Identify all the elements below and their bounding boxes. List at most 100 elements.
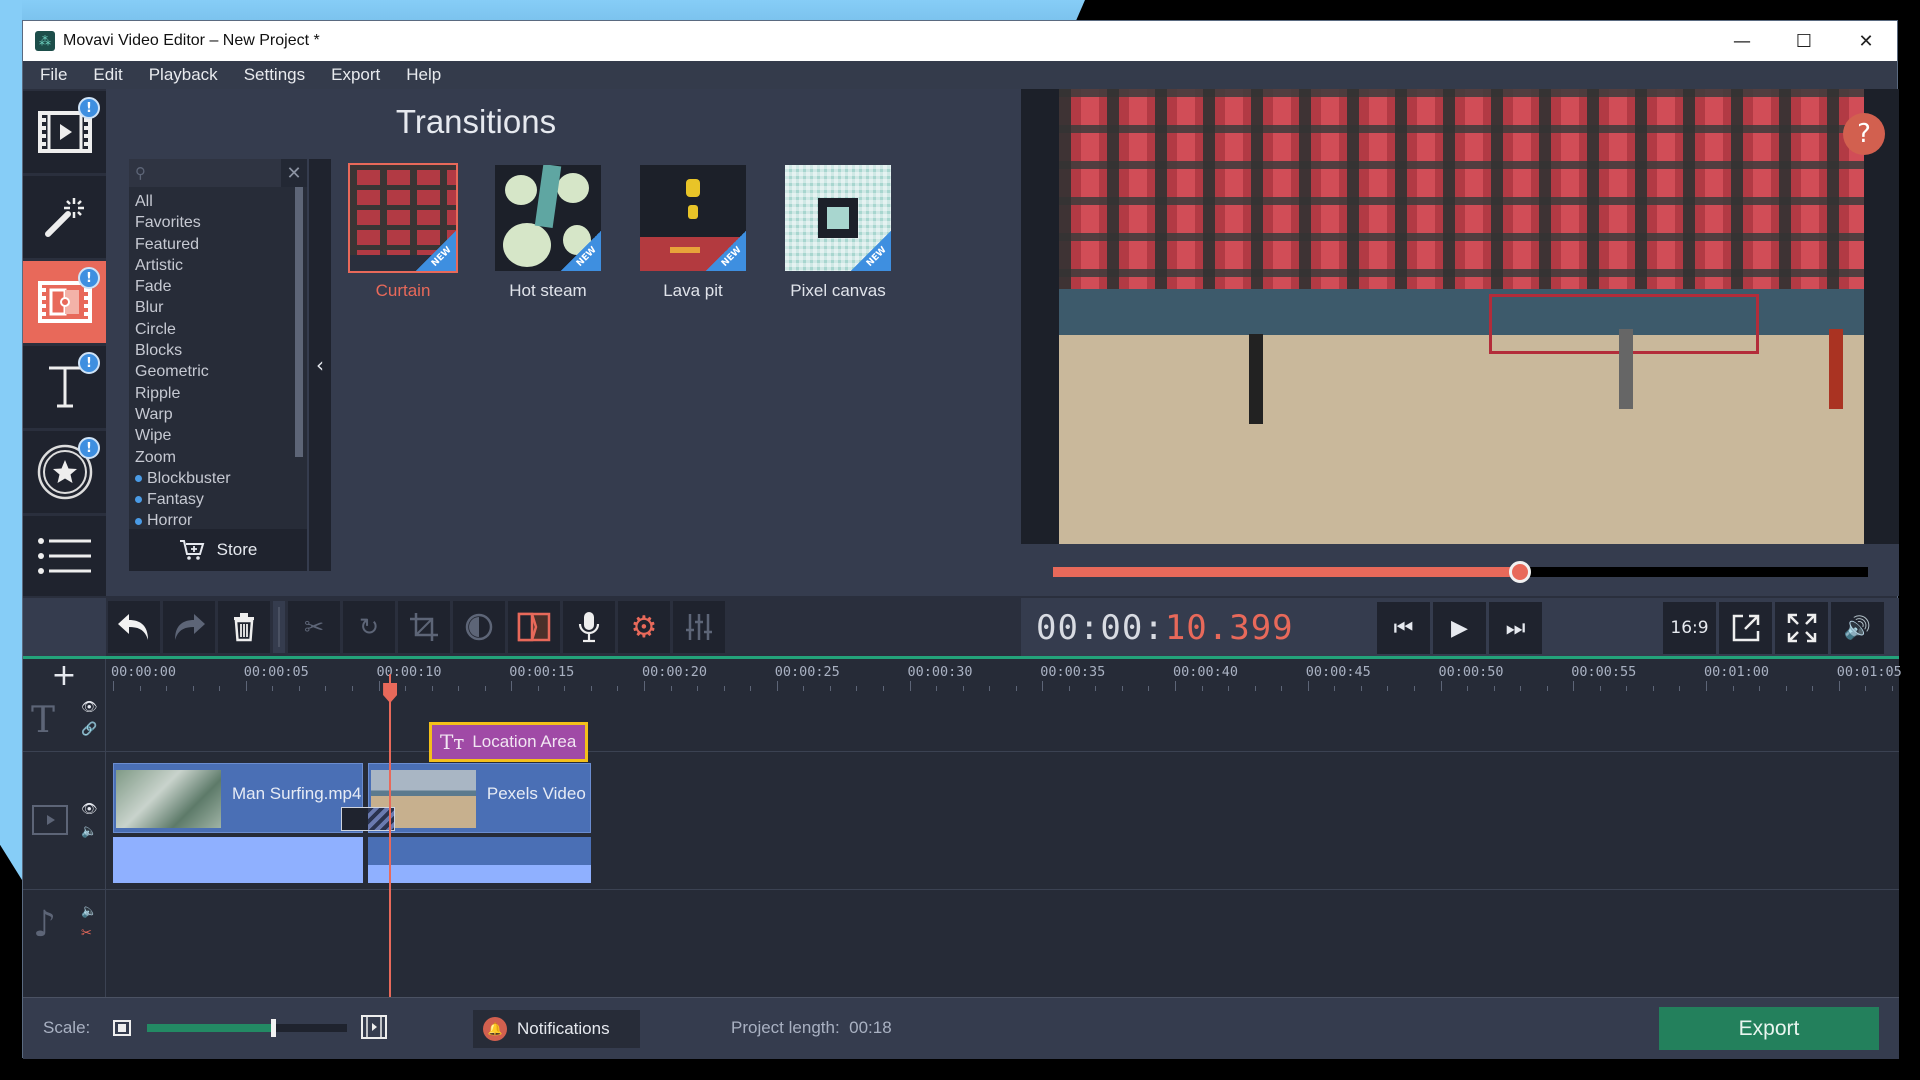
sidebar-item-titles[interactable]: !: [23, 346, 106, 428]
category-label: Fade: [135, 278, 172, 296]
video-clip[interactable]: Man Surfing.mp4: [113, 763, 363, 833]
clear-search-button[interactable]: ✕: [281, 159, 307, 187]
category-label: Blockbuster: [147, 469, 231, 487]
category-item[interactable]: Wipe: [135, 425, 295, 446]
eye-icon[interactable]: 👁: [81, 700, 98, 715]
ruler-tick: [192, 686, 194, 691]
skip-to-start-button[interactable]: ⏮: [1377, 602, 1430, 654]
transition-thumbnail: NEW: [348, 163, 458, 273]
menu-file[interactable]: File: [27, 65, 80, 85]
title-clip-icon: Tт: [439, 730, 465, 754]
playhead-line[interactable]: [389, 674, 392, 1016]
video-clip[interactable]: Pexels Video: [367, 763, 591, 833]
scale-slider[interactable]: [147, 1019, 347, 1037]
transition-tile-pixel-canvas[interactable]: NEW Pixel canvas: [783, 165, 893, 301]
transition-wizard-button[interactable]: [508, 601, 560, 653]
trash-icon: [234, 613, 254, 642]
category-item[interactable]: Blur: [135, 297, 295, 318]
ruler-tick: [1679, 686, 1681, 691]
close-button[interactable]: ✕: [1835, 21, 1897, 61]
ruler-tick: [1413, 686, 1415, 691]
category-item[interactable]: All: [135, 191, 295, 212]
maximize-button[interactable]: ☐: [1773, 21, 1835, 61]
zoom-out-film-icon[interactable]: [113, 1020, 131, 1036]
sidebar-item-stickers[interactable]: !: [23, 431, 106, 513]
category-item[interactable]: Fade: [135, 276, 295, 297]
category-item[interactable]: Favorites: [135, 212, 295, 233]
skip-to-end-button[interactable]: ⏭: [1489, 602, 1542, 654]
menu-settings[interactable]: Settings: [231, 65, 318, 85]
crop-button[interactable]: [398, 601, 450, 653]
collapse-panel-button[interactable]: ‹: [309, 159, 331, 571]
speaker-icon[interactable]: 🔈: [81, 904, 97, 919]
category-item[interactable]: Artistic: [135, 255, 295, 276]
category-item[interactable]: Blocks: [135, 340, 295, 361]
seek-bar[interactable]: [1053, 561, 1868, 583]
notifications-button[interactable]: 🔔 Notifications: [473, 1010, 640, 1048]
panel-title: Transitions: [395, 103, 557, 140]
category-item[interactable]: Circle: [135, 319, 295, 340]
transition-tile-hot-steam[interactable]: NEW Hot steam: [493, 165, 603, 301]
ruler-tick: [1201, 686, 1203, 691]
timeline-ruler[interactable]: + 00:00:00 00:00:05 00:00:10 00:00:15 00:00:…: [23, 658, 1902, 693]
transition-tile-curtain[interactable]: NEW Curtain: [348, 163, 458, 301]
cut-button[interactable]: ✂: [288, 601, 340, 653]
ruler-tick: [1732, 686, 1734, 691]
ruler-tick-label: 00:00:50: [1438, 664, 1504, 680]
transition-tile-lava-pit[interactable]: NEW Lava pit: [638, 165, 748, 301]
ruler-tick-label: 00:00:05: [243, 664, 309, 680]
category-item[interactable]: Warp: [135, 404, 295, 425]
sidebar-item-filters[interactable]: [23, 176, 106, 258]
video-player[interactable]: ?: [1021, 89, 1899, 544]
transition-label: Lava pit: [663, 281, 723, 300]
category-scrollbar[interactable]: [295, 187, 303, 457]
unlink-icon[interactable]: ✂: [81, 926, 92, 941]
category-item[interactable]: Zoom: [135, 447, 295, 468]
sidebar-item-more-tools[interactable]: [23, 516, 106, 596]
category-item[interactable]: Featured: [135, 234, 295, 255]
category-dot-icon: [135, 517, 142, 525]
video-track: Man Surfing.mp4 Pexels Video: [106, 752, 1899, 890]
menu-help[interactable]: Help: [393, 65, 454, 85]
sidebar-item-transitions[interactable]: !: [23, 261, 106, 343]
delete-button[interactable]: [218, 601, 270, 653]
speaker-icon[interactable]: 🔈: [81, 824, 97, 839]
clip-properties-button[interactable]: ⚙: [618, 601, 670, 653]
detach-preview-button[interactable]: [1719, 602, 1772, 654]
color-adjust-button[interactable]: [453, 601, 505, 653]
category-item[interactable]: Ripple: [135, 383, 295, 404]
undo-button[interactable]: [108, 601, 160, 653]
category-search-input[interactable]: ⚲ ✕: [129, 159, 307, 187]
menu-playback[interactable]: Playback: [136, 65, 231, 85]
ruler-tick: [644, 681, 645, 691]
fullscreen-icon: [1787, 613, 1816, 643]
redo-button[interactable]: [163, 601, 215, 653]
store-button[interactable]: Store: [129, 529, 307, 571]
minimize-button[interactable]: —: [1711, 21, 1773, 61]
scale-slider-handle[interactable]: [271, 1019, 276, 1037]
zoom-in-film-icon[interactable]: [361, 1015, 387, 1039]
transition-wizard-icon: [517, 612, 551, 642]
eye-icon[interactable]: 👁: [81, 802, 98, 817]
sidebar-item-import-media[interactable]: !: [23, 91, 106, 173]
transition-marker[interactable]: [340, 807, 395, 831]
menu-export[interactable]: Export: [318, 65, 393, 85]
rotate-button[interactable]: ↻: [343, 601, 395, 653]
category-item[interactable]: Fantasy: [135, 489, 295, 510]
aspect-ratio-button[interactable]: 16:9: [1663, 602, 1716, 654]
equalizer-button[interactable]: [673, 601, 725, 653]
menu-edit[interactable]: Edit: [80, 65, 135, 85]
record-audio-button[interactable]: [563, 601, 615, 653]
add-track-button[interactable]: +: [23, 658, 106, 693]
volume-button[interactable]: 🔊: [1831, 602, 1884, 654]
ruler-tick: [1440, 681, 1442, 691]
category-item[interactable]: Blockbuster: [135, 468, 295, 489]
seek-handle[interactable]: [1508, 561, 1531, 583]
audio-waveform: [113, 837, 363, 883]
fullscreen-button[interactable]: [1775, 602, 1828, 654]
export-button[interactable]: Export: [1659, 1007, 1879, 1050]
link-icon[interactable]: 🔗: [81, 722, 97, 737]
play-button[interactable]: ▶: [1433, 602, 1486, 654]
category-item[interactable]: Geometric: [135, 361, 295, 382]
help-button[interactable]: ?: [1843, 113, 1885, 155]
